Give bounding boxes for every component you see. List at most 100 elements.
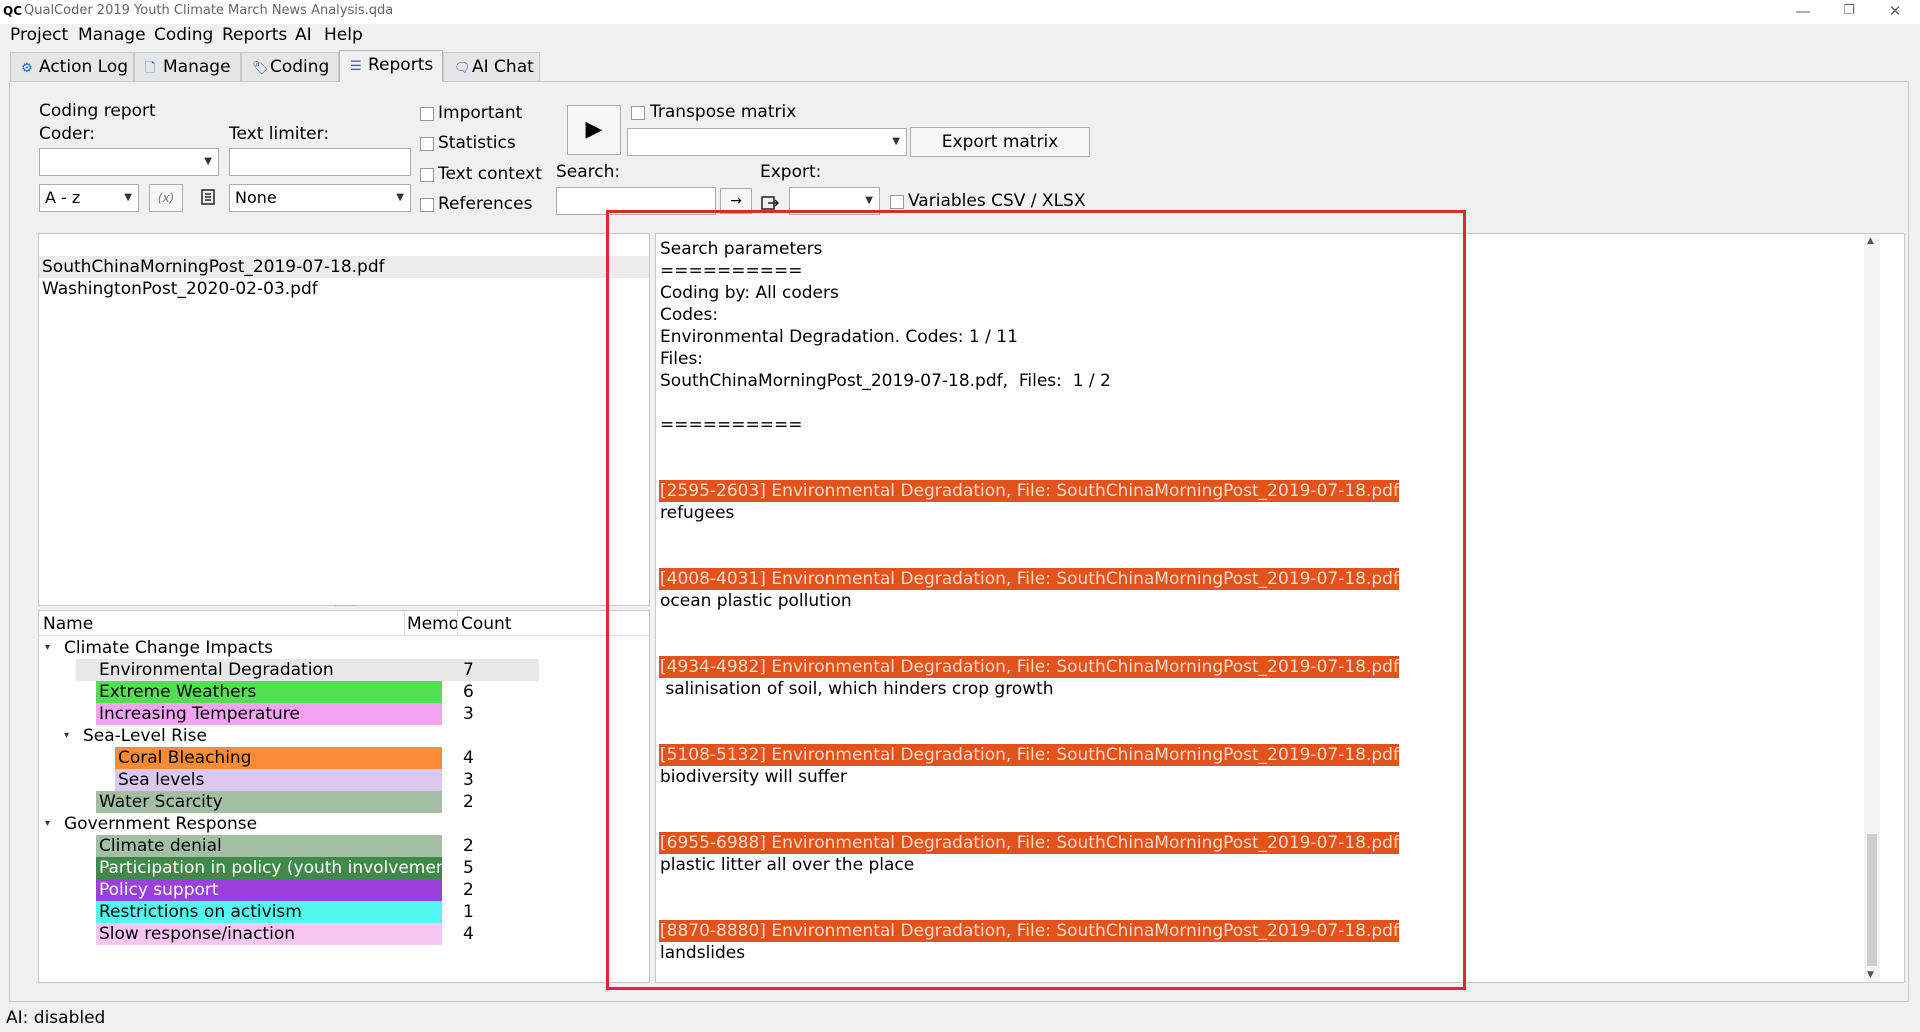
minimize-button[interactable]: —: [1780, 0, 1826, 24]
report-line: SouthChinaMorningPost_2019-07-18.pdf, Fi…: [660, 371, 1111, 391]
code-label: Participation in policy (youth involveme…: [96, 857, 442, 879]
header-name[interactable]: Name: [43, 614, 93, 634]
text-limiter-input[interactable]: [229, 148, 411, 176]
code-label: Water Scarcity: [96, 791, 442, 813]
file-item[interactable]: SouthChinaMorningPost_2019-07-18.pdf: [39, 256, 649, 278]
case-select[interactable]: None ▼: [229, 184, 411, 212]
window-title: QualCoder 2019 Youth Climate March News …: [24, 3, 394, 18]
tab-reports[interactable]: ☰ Reports: [339, 50, 443, 82]
code-label: Increasing Temperature: [96, 703, 442, 725]
header-count[interactable]: Count: [461, 614, 512, 634]
code-count: 5: [463, 858, 474, 878]
tree-row[interactable]: ▾ Sea-Level Rise: [39, 725, 539, 747]
statistics-checkbox[interactable]: [420, 137, 434, 151]
export-format-select[interactable]: ▼: [789, 187, 880, 215]
code-label: Policy support: [96, 879, 442, 901]
menu-coding[interactable]: Coding: [154, 25, 213, 45]
tree-row[interactable]: ▾ Government Response: [39, 813, 539, 835]
coder-select[interactable]: ▼: [39, 148, 219, 176]
search-go-button[interactable]: →: [720, 188, 752, 214]
variables-csv-label: Variables CSV / XLSX: [908, 191, 1086, 211]
list-icon[interactable]: [200, 188, 216, 206]
export-matrix-button[interactable]: Export matrix: [910, 127, 1090, 157]
document-icon: 🗋: [145, 61, 156, 76]
gear-icon: ⚙: [21, 61, 33, 76]
tree-row[interactable]: Coral Bleaching 4: [39, 747, 539, 769]
export-label: Export:: [760, 162, 822, 182]
tab-label: Reports: [368, 55, 434, 75]
report-entry-heading: [8870-8880] Environmental Degradation, F…: [659, 920, 1399, 942]
scroll-down-icon[interactable]: ▼: [1867, 970, 1874, 980]
report-line: ==========: [660, 415, 803, 435]
restore-button[interactable]: ❐: [1826, 0, 1872, 24]
code-count: 2: [463, 836, 474, 856]
play-icon: ▶: [585, 117, 603, 142]
variables-filter-button[interactable]: (x): [149, 184, 183, 212]
tree-row[interactable]: Restrictions on activism 1: [39, 901, 539, 923]
sort-select[interactable]: A - z ▼: [39, 184, 139, 212]
chevron-down-icon[interactable]: ▾: [64, 725, 69, 747]
report-entry-text: biodiversity will suffer: [660, 767, 847, 787]
matrix-type-select[interactable]: ▼: [627, 128, 907, 156]
export-icon[interactable]: [760, 193, 780, 211]
run-report-button[interactable]: ▶: [567, 105, 621, 155]
tree-header: [39, 611, 649, 636]
tree-row[interactable]: Policy support 2: [39, 879, 539, 901]
important-checkbox[interactable]: [420, 107, 434, 121]
tree-row[interactable]: Slow response/inaction 4: [39, 923, 539, 945]
tag-icon: 🏷: [252, 61, 269, 76]
tab-coding[interactable]: 🏷Coding: [241, 52, 339, 81]
tree-row[interactable]: Sea levels 3: [39, 769, 539, 791]
header-memo[interactable]: Memo: [407, 614, 459, 634]
close-button[interactable]: ✕: [1872, 0, 1918, 24]
report-entry-text: plastic litter all over the place: [660, 855, 915, 875]
menu-reports[interactable]: Reports: [222, 25, 287, 45]
tab-action-log[interactable]: ⚙ Action Log: [10, 52, 134, 81]
menu-bar: [0, 24, 1920, 48]
coder-label: Coder:: [39, 124, 95, 144]
report-entry-heading: [4008-4031] Environmental Degradation, F…: [659, 568, 1399, 590]
variables-csv-checkbox[interactable]: [890, 195, 904, 209]
code-label: Restrictions on activism: [96, 901, 442, 923]
tree-row[interactable]: ▾ Climate Change Impacts: [39, 637, 539, 659]
report-line: ==========: [660, 261, 803, 281]
search-input[interactable]: [556, 187, 716, 215]
report-line: Search parameters: [660, 239, 823, 259]
code-count: 6: [463, 682, 474, 702]
scroll-thumb[interactable]: [1867, 834, 1877, 966]
code-count: 2: [463, 792, 474, 812]
code-count: 7: [463, 660, 474, 680]
chat-icon: 🗨: [454, 61, 471, 76]
transpose-matrix-label: Transpose matrix: [650, 102, 797, 122]
report-scrollbar[interactable]: ▲ ▼: [1864, 234, 1880, 982]
references-checkbox[interactable]: [420, 198, 434, 212]
menu-help[interactable]: Help: [324, 25, 363, 45]
tree-row[interactable]: Participation in policy (youth involveme…: [39, 857, 539, 879]
scroll-up-icon[interactable]: ▲: [1867, 236, 1874, 246]
code-label: Coral Bleaching: [115, 747, 442, 769]
status-bar: AI: disabled: [6, 1008, 106, 1028]
tree-row[interactable]: Environmental Degradation 7: [39, 659, 539, 681]
menu-manage[interactable]: Manage: [78, 25, 146, 45]
tab-ai-chat[interactable]: 🗨AI Chat: [443, 52, 540, 81]
tree-row[interactable]: Increasing Temperature 3: [39, 703, 539, 725]
chevron-down-icon[interactable]: ▾: [45, 637, 50, 659]
references-label: References: [438, 194, 533, 214]
transpose-matrix-checkbox[interactable]: [631, 106, 645, 120]
important-label: Important: [438, 103, 523, 123]
tree-row[interactable]: Water Scarcity 2: [39, 791, 539, 813]
file-item[interactable]: WashingtonPost_2020-02-03.pdf: [39, 278, 649, 300]
text-context-checkbox[interactable]: [420, 168, 434, 182]
tree-row[interactable]: Climate denial 2: [39, 835, 539, 857]
header-divider: [457, 611, 458, 635]
report-entry-text: ocean plastic pollution: [660, 591, 852, 611]
code-count: 1: [463, 902, 474, 922]
menu-project[interactable]: Project: [10, 25, 68, 45]
text-context-label: Text context: [438, 164, 542, 184]
menu-ai[interactable]: AI: [295, 25, 312, 45]
tab-manage[interactable]: 🗋 Manage: [134, 52, 241, 81]
chevron-down-icon: ▼: [865, 195, 873, 206]
code-count: 3: [463, 704, 474, 724]
tree-row[interactable]: Extreme Weathers 6: [39, 681, 539, 703]
chevron-down-icon[interactable]: ▾: [45, 813, 50, 835]
